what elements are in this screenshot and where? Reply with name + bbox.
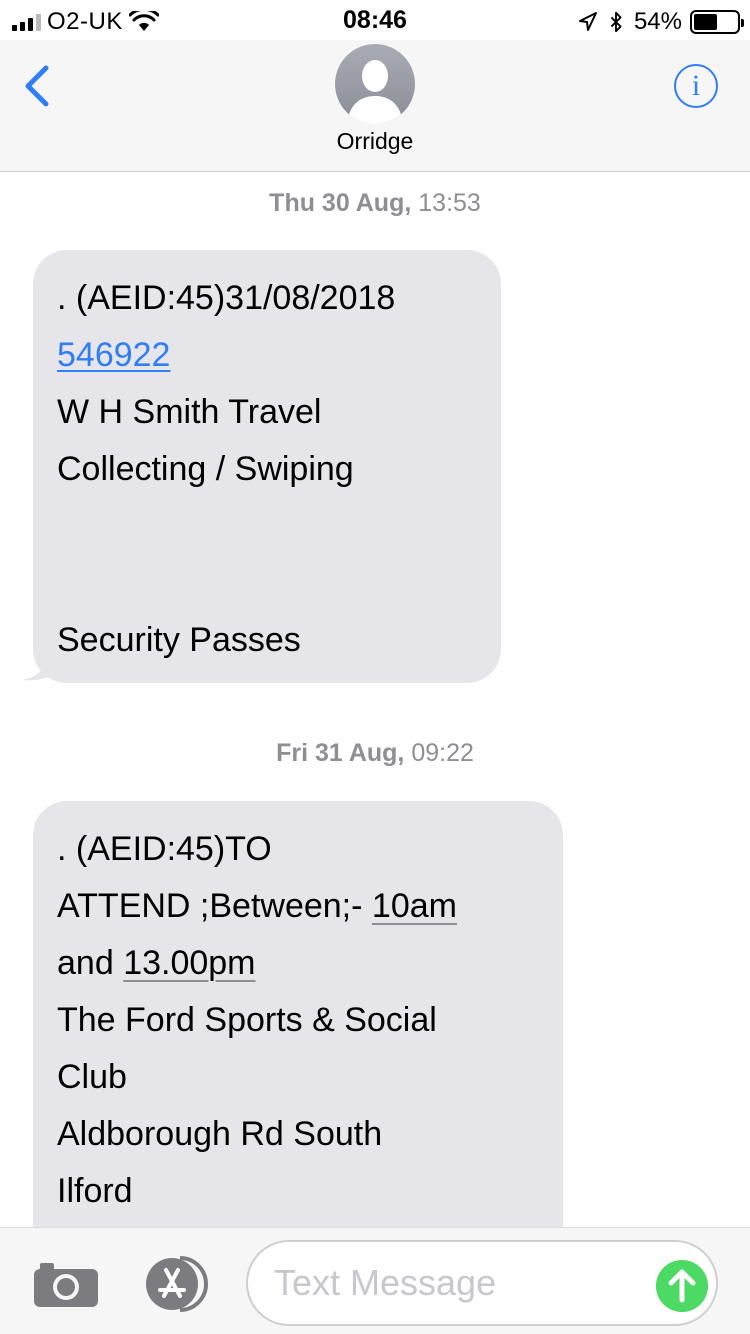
timestamp-day: Fri 31 Aug, xyxy=(276,739,405,767)
app-store-icon[interactable] xyxy=(140,1256,212,1312)
person-silhouette-icon xyxy=(347,60,403,124)
message-text: and xyxy=(57,944,124,982)
camera-icon[interactable] xyxy=(34,1261,98,1307)
battery-fill xyxy=(694,14,717,30)
chevron-left-icon[interactable] xyxy=(18,64,58,108)
date-detector-link[interactable]: 10am xyxy=(372,887,457,925)
location-icon xyxy=(578,12,597,31)
status-bar: O2-UK 08:46 54% xyxy=(0,0,750,40)
info-icon[interactable]: i xyxy=(674,64,718,108)
message-line-blank xyxy=(57,498,477,555)
message-line: . (AEID:45)31/08/2018 xyxy=(57,279,396,317)
message-line: Ilford xyxy=(57,1172,133,1210)
message-line: Collecting / Swiping xyxy=(57,450,354,488)
timestamp-day: Thu 30 Aug, xyxy=(269,189,412,217)
phone-number-link[interactable]: 546922 xyxy=(57,336,170,374)
date-detector-link[interactable]: 13.00pm xyxy=(123,944,255,982)
message-line: Aldborough Rd South xyxy=(57,1115,383,1153)
battery-cap xyxy=(741,19,744,27)
message-input-bar: Text Message xyxy=(0,1227,750,1334)
timestamp-time: 13:53 xyxy=(418,189,481,217)
avatar[interactable] xyxy=(335,44,415,124)
send-arrow-icon[interactable] xyxy=(656,1260,708,1312)
battery-percent: 54% xyxy=(633,8,682,35)
message-timestamp: Fri 31 Aug, 09:22 xyxy=(0,739,750,768)
bluetooth-icon xyxy=(610,11,622,33)
message-text: ATTEND ;Between;- xyxy=(57,887,372,925)
status-right: 54% xyxy=(578,8,744,36)
message-bubble[interactable]: . (AEID:45)TO ATTEND ;Between;- 10am and… xyxy=(33,801,563,1261)
contact-name[interactable]: Orridge xyxy=(0,128,750,155)
message-line: The Ford Sports & Social xyxy=(57,1001,437,1039)
message-line-blank xyxy=(57,555,477,612)
message-line: W H Smith Travel xyxy=(57,393,322,431)
text-message-input[interactable]: Text Message xyxy=(246,1240,718,1326)
message-bubble[interactable]: . (AEID:45)31/08/2018 546922 W H Smith T… xyxy=(33,250,501,683)
message-line: . (AEID:45)TO xyxy=(57,830,272,868)
message-timestamp: Thu 30 Aug, 13:53 xyxy=(0,189,750,218)
battery-icon xyxy=(690,10,744,34)
conversation-header: Orridge i xyxy=(0,40,750,172)
message-line: Security Passes xyxy=(57,621,301,659)
message-line: Club xyxy=(57,1058,127,1096)
timestamp-time: 09:22 xyxy=(411,739,474,767)
